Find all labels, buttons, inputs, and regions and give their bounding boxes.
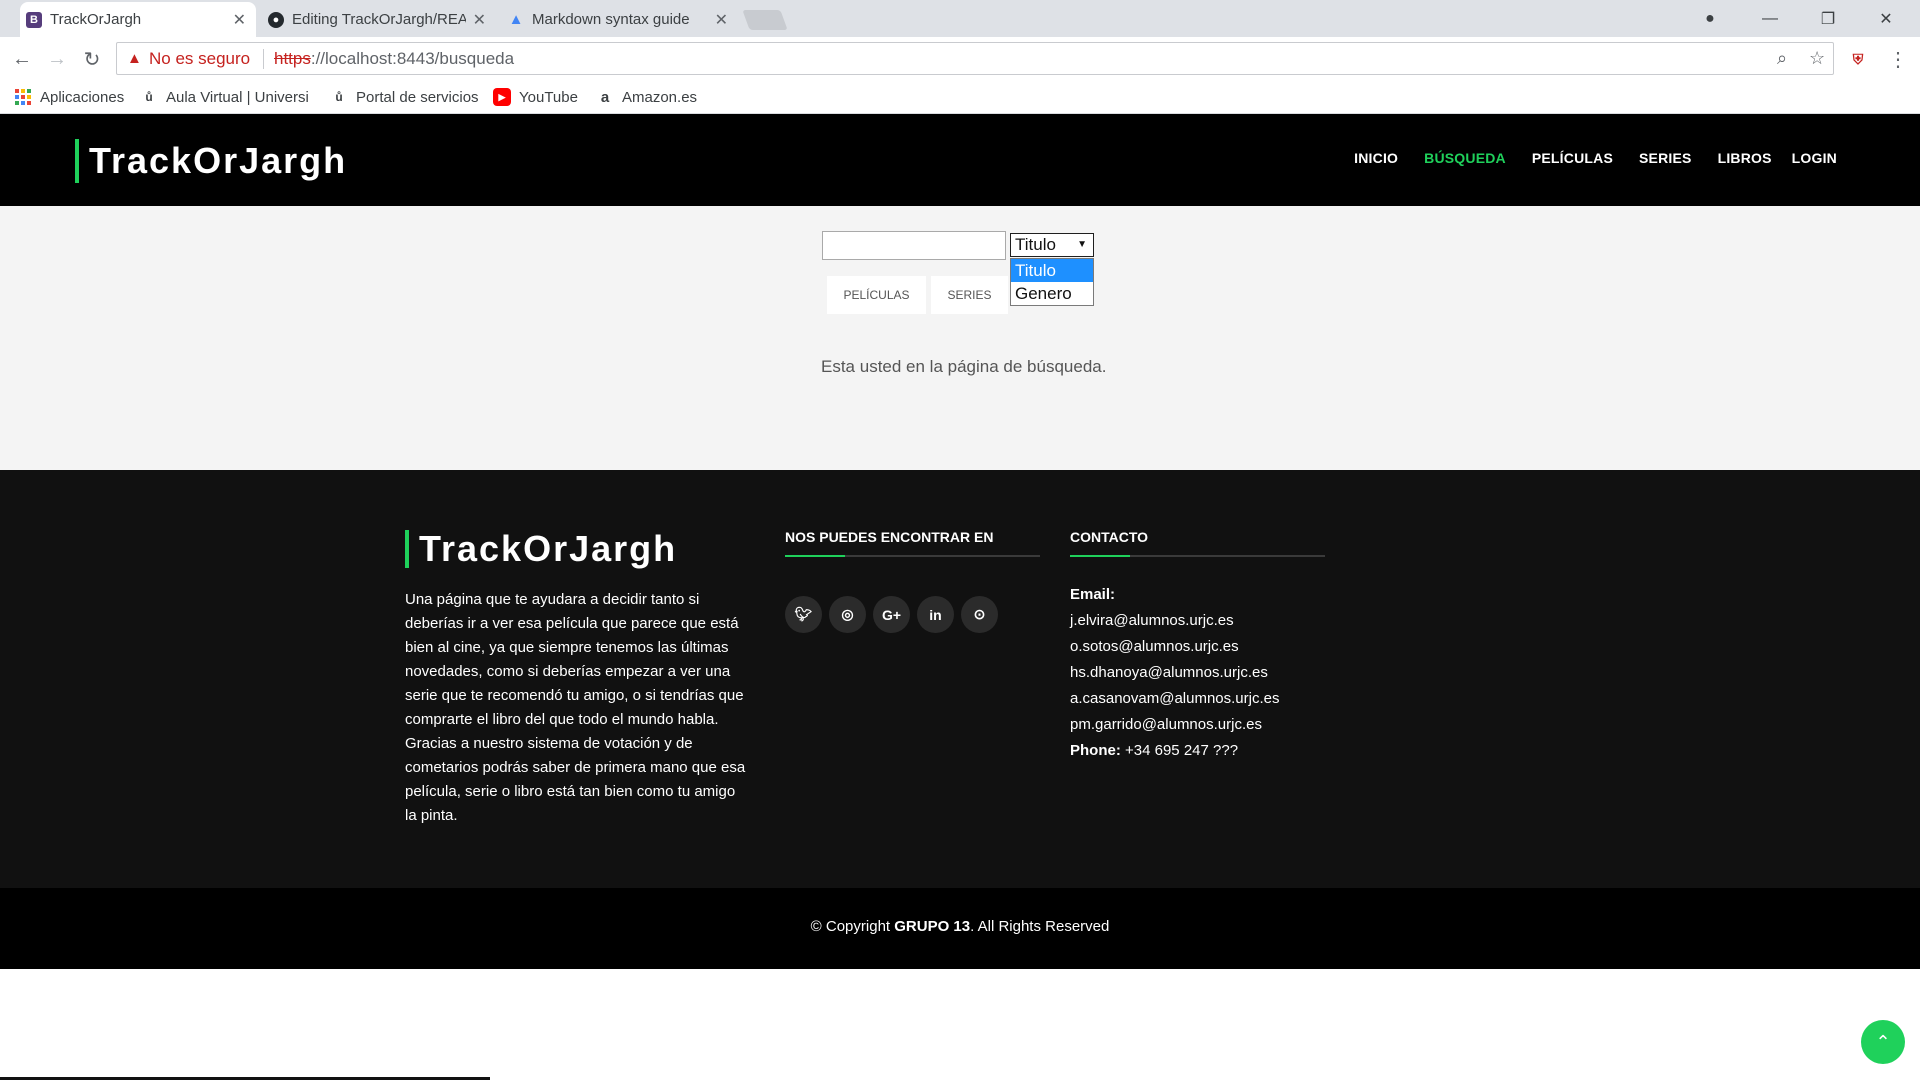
instagram-icon[interactable]: ◎ bbox=[829, 596, 866, 633]
filter-series-button[interactable]: SERIES bbox=[931, 276, 1008, 314]
contact-email[interactable]: j.elvira@alumnos.urjc.es bbox=[1070, 608, 1280, 634]
search-type-dropdown: Titulo Genero bbox=[1010, 258, 1094, 306]
bookmark-label: Amazon.es bbox=[622, 88, 698, 106]
new-tab-button[interactable] bbox=[742, 10, 788, 30]
bookmark-label: YouTube bbox=[519, 88, 578, 106]
atom-favicon-icon: ▲ bbox=[508, 11, 524, 28]
option-titulo[interactable]: Titulo bbox=[1011, 259, 1093, 282]
site-footer: TrackOrJargh Una página que te ayudara a… bbox=[0, 470, 1920, 888]
nav-libros[interactable]: LIBROS bbox=[1718, 150, 1772, 166]
warning-icon: ▲ bbox=[127, 50, 142, 67]
footer-logo: TrackOrJargh bbox=[405, 530, 677, 568]
contact-email[interactable]: o.sotos@alumnos.urjc.es bbox=[1070, 634, 1280, 660]
close-tab-icon[interactable]: ✕ bbox=[715, 10, 728, 30]
nav-peliculas[interactable]: PELÍCULAS bbox=[1532, 150, 1613, 166]
minimize-icon[interactable]: — bbox=[1742, 0, 1798, 37]
contact-phone: Phone: +34 695 247 ??? bbox=[1070, 738, 1280, 764]
footer-description: Una página que te ayudara a decidir tant… bbox=[405, 591, 746, 824]
bookmarks-bar: Aplicaciones ů Aula Virtual | Universi ů… bbox=[0, 80, 1920, 114]
chevron-up-icon: ⌃ bbox=[1875, 1031, 1891, 1052]
nav-series[interactable]: SERIES bbox=[1639, 150, 1692, 166]
url-text[interactable]: https://localhost:8443/busqueda bbox=[274, 49, 514, 69]
browser-toolbar: ← → ↻ ▲ No es seguro https://localhost:8… bbox=[0, 37, 1920, 80]
tab-title: Editing TrackOrJargh/README bbox=[292, 11, 466, 28]
bookmark-label: Portal de servicios bbox=[356, 88, 479, 106]
dropdown-arrow-icon: ▼ bbox=[1077, 239, 1087, 250]
close-tab-icon[interactable]: ✕ bbox=[233, 10, 246, 30]
google-plus-icon[interactable]: G+ bbox=[873, 596, 910, 633]
contact-email[interactable]: pm.garrido@alumnos.urjc.es bbox=[1070, 712, 1280, 738]
scroll-to-top-button[interactable]: ⌃ bbox=[1861, 1020, 1905, 1064]
restore-icon[interactable]: ❐ bbox=[1800, 0, 1856, 37]
urjc-icon: ů bbox=[145, 90, 153, 104]
url-rest: ://localhost:8443/busqueda bbox=[310, 49, 515, 68]
forward-arrow-icon[interactable]: → bbox=[43, 45, 71, 73]
linkedin-icon[interactable]: in bbox=[917, 596, 954, 633]
copyright-bar: © Copyright GRUPO 13. All Rights Reserve… bbox=[0, 888, 1920, 969]
bookmark-label: Aula Virtual | Universi bbox=[166, 88, 309, 106]
email-label: Email: bbox=[1070, 586, 1116, 603]
ublock-extension-icon[interactable]: ⛨ bbox=[1844, 45, 1872, 73]
security-label[interactable]: No es seguro bbox=[149, 49, 250, 69]
bootstrap-favicon-icon: B bbox=[26, 12, 42, 28]
github-icon[interactable]: ⊙ bbox=[961, 596, 998, 633]
search-type-select[interactable]: Titulo ▼ bbox=[1010, 233, 1094, 257]
main-nav: INICIO BÚSQUEDA PELÍCULAS SERIES LIBROS … bbox=[1328, 150, 1837, 166]
filter-peliculas-button[interactable]: PELÍCULAS bbox=[827, 276, 926, 314]
phone-label: Phone: bbox=[1070, 742, 1121, 759]
contact-block: Email: j.elvira@alumnos.urjc.es o.sotos@… bbox=[1070, 582, 1280, 764]
tab-title: Markdown syntax guide bbox=[532, 11, 690, 28]
contact-title: CONTACTO bbox=[1070, 529, 1149, 545]
select-value: Titulo bbox=[1015, 235, 1056, 254]
youtube-icon: ▶ bbox=[493, 88, 511, 106]
separator bbox=[263, 49, 264, 69]
github-favicon-icon: ● bbox=[268, 12, 284, 28]
copyright-group: GRUPO 13 bbox=[894, 918, 971, 935]
profile-icon[interactable]: ● bbox=[1682, 0, 1738, 37]
social-divider bbox=[785, 555, 1040, 557]
site-header: TrackOrJargh INICIO BÚSQUEDA PELÍCULAS S… bbox=[0, 114, 1920, 206]
url-scheme: https bbox=[274, 49, 311, 68]
apps-grid-icon bbox=[14, 88, 32, 106]
copyright-suffix: . All Rights Reserved bbox=[970, 918, 1110, 935]
copyright-text: © Copyright GRUPO 13. All Rights Reserve… bbox=[0, 918, 1920, 935]
site-logo[interactable]: TrackOrJargh bbox=[75, 139, 347, 183]
bookmark-apps[interactable]: Aplicaciones bbox=[14, 85, 124, 109]
close-window-icon[interactable]: ✕ bbox=[1858, 0, 1914, 37]
contact-email[interactable]: hs.dhanoya@alumnos.urjc.es bbox=[1070, 660, 1280, 686]
menu-kebab-icon[interactable]: ⋮ bbox=[1884, 45, 1912, 73]
option-genero[interactable]: Genero bbox=[1011, 282, 1093, 305]
nav-busqueda[interactable]: BÚSQUEDA bbox=[1424, 150, 1506, 166]
browser-tab-bar: B TrackOrJargh ✕ ● Editing TrackOrJargh/… bbox=[0, 0, 1920, 37]
contact-divider bbox=[1070, 555, 1325, 557]
bookmark-amazon[interactable]: a Amazon.es bbox=[596, 85, 697, 109]
copyright-prefix: © Copyright bbox=[810, 918, 895, 935]
back-arrow-icon[interactable]: ← bbox=[8, 45, 36, 73]
contact-email[interactable]: a.casanovam@alumnos.urjc.es bbox=[1070, 686, 1280, 712]
address-bar[interactable]: ▲ No es seguro https://localhost:8443/bu… bbox=[116, 42, 1834, 75]
bookmark-star-icon[interactable]: ☆ bbox=[1809, 48, 1825, 69]
nav-login[interactable]: LOGIN bbox=[1792, 150, 1837, 166]
search-input[interactable] bbox=[822, 231, 1006, 260]
phone-number: +34 695 247 ??? bbox=[1125, 742, 1239, 759]
search-info-text: Esta usted en la página de búsqueda. bbox=[821, 357, 1107, 376]
close-tab-icon[interactable]: ✕ bbox=[473, 10, 486, 30]
twitter-icon[interactable]: 🐦︎ bbox=[785, 596, 822, 633]
social-links: 🐦︎ ◎ G+ in ⊙ bbox=[785, 596, 1005, 633]
bookmark-label: Aplicaciones bbox=[40, 88, 125, 106]
zoom-icon[interactable]: ⌕ bbox=[1777, 48, 1787, 69]
search-section: Titulo ▼ Titulo Genero PELÍCULAS SERIES … bbox=[0, 206, 1920, 470]
tab-trackorjargh[interactable]: B TrackOrJargh ✕ bbox=[20, 2, 256, 37]
nav-inicio[interactable]: INICIO bbox=[1354, 150, 1398, 166]
bookmark-portal-servicios[interactable]: ů Portal de servicios bbox=[330, 85, 479, 109]
tab-editing-readme[interactable]: ● Editing TrackOrJargh/README ✕ bbox=[262, 2, 496, 37]
bookmark-aula-virtual[interactable]: ů Aula Virtual | Universi bbox=[140, 85, 314, 109]
urjc-icon: ů bbox=[335, 90, 343, 104]
amazon-icon: a bbox=[600, 88, 610, 106]
tab-markdown-guide[interactable]: ▲ Markdown syntax guide ✕ bbox=[502, 2, 738, 37]
reload-icon[interactable]: ↻ bbox=[78, 45, 106, 73]
social-title: NOS PUEDES ENCONTRAR EN bbox=[785, 529, 994, 545]
tab-title: TrackOrJargh bbox=[50, 11, 142, 28]
bookmark-youtube[interactable]: ▶ YouTube bbox=[493, 85, 578, 109]
